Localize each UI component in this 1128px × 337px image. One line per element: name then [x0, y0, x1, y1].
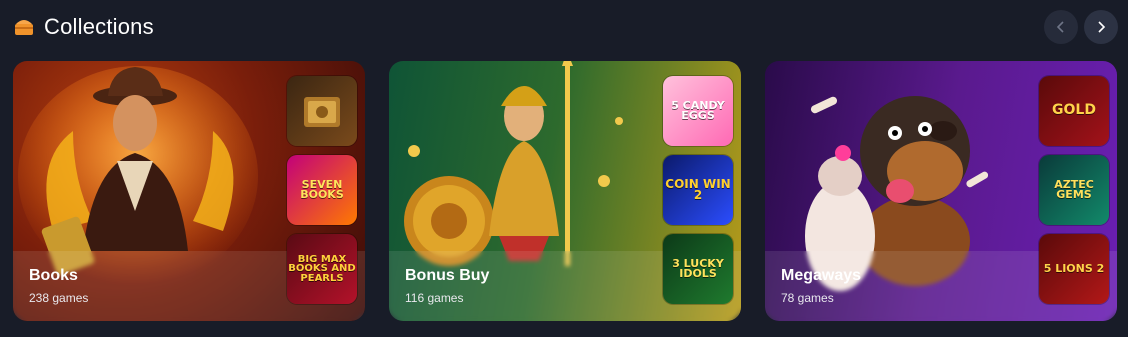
card-game-count: 238 games [29, 291, 89, 305]
section-title: Collections [44, 14, 154, 39]
card-game-count: 116 games [405, 291, 464, 305]
thumbs-column: GOLD AZTEC GEMS 5 LIONS 2 [1039, 76, 1109, 313]
thumb-label: AZTEC GEMS [1054, 177, 1094, 201]
card-title: Books [29, 267, 78, 284]
game-thumb-3-lucky-idols[interactable]: 3 LUCKY IDOLS [663, 234, 733, 304]
book-icon [304, 97, 340, 127]
chevron-right-icon [1098, 21, 1106, 33]
thumbs-column: 5 CANDY EGGS COIN WIN 2 3 LUCKY IDOLS [663, 76, 733, 313]
chevron-left-icon [1056, 21, 1064, 33]
treasure-chest-icon [15, 20, 33, 35]
thumb-label: COIN WIN 2 [665, 176, 731, 202]
card-title: Megaways [781, 267, 862, 284]
game-thumb-aztec-gems-megaways[interactable]: AZTEC GEMS [1039, 155, 1109, 225]
card-title: Bonus Buy [405, 267, 490, 284]
thumbs-column: SEVEN BOOKS BIG MAX BOOKS AND PEARLS [287, 76, 357, 313]
carousel-next-button[interactable] [1084, 10, 1118, 44]
collection-card-megaways[interactable]: Megaways 78 games GOLD AZTEC GEMS 5 LION… [765, 61, 1117, 321]
carousel-prev-button[interactable] [1044, 10, 1078, 44]
game-thumb-5-candy-eggs[interactable]: 5 CANDY EGGS [663, 76, 733, 146]
thumb-label: 5 LIONS 2 [1043, 261, 1105, 275]
game-thumb-gold-megaways[interactable]: GOLD [1039, 76, 1109, 146]
thumb-label: BIG MAX BOOKS AND PEARLS [288, 253, 356, 284]
thumb-label: SEVEN BOOKS [300, 177, 344, 201]
thumb-label: 5 CANDY EGGS [671, 98, 725, 122]
collection-card-bonus-buy[interactable]: Bonus Buy 116 games 5 CANDY EGGS COIN WI… [389, 61, 741, 321]
thumb-label: GOLD [1052, 102, 1096, 119]
collections-header: Collections [14, 10, 1118, 44]
card-game-count: 78 games [781, 291, 834, 305]
game-thumb-big-max-books-and-pearls[interactable]: BIG MAX BOOKS AND PEARLS [287, 234, 357, 304]
game-thumb-book-of-secrets[interactable] [287, 76, 357, 146]
game-thumb-5-lions-megaways-2[interactable]: 5 LIONS 2 [1039, 234, 1109, 304]
game-thumb-coin-win-2[interactable]: COIN WIN 2 [663, 155, 733, 225]
thumb-label: 3 LUCKY IDOLS [672, 256, 724, 280]
game-thumb-seven-books[interactable]: SEVEN BOOKS [287, 155, 357, 225]
collection-card-books[interactable]: Books 238 games SEVEN BOOKS BIG MAX BOOK… [13, 61, 365, 321]
